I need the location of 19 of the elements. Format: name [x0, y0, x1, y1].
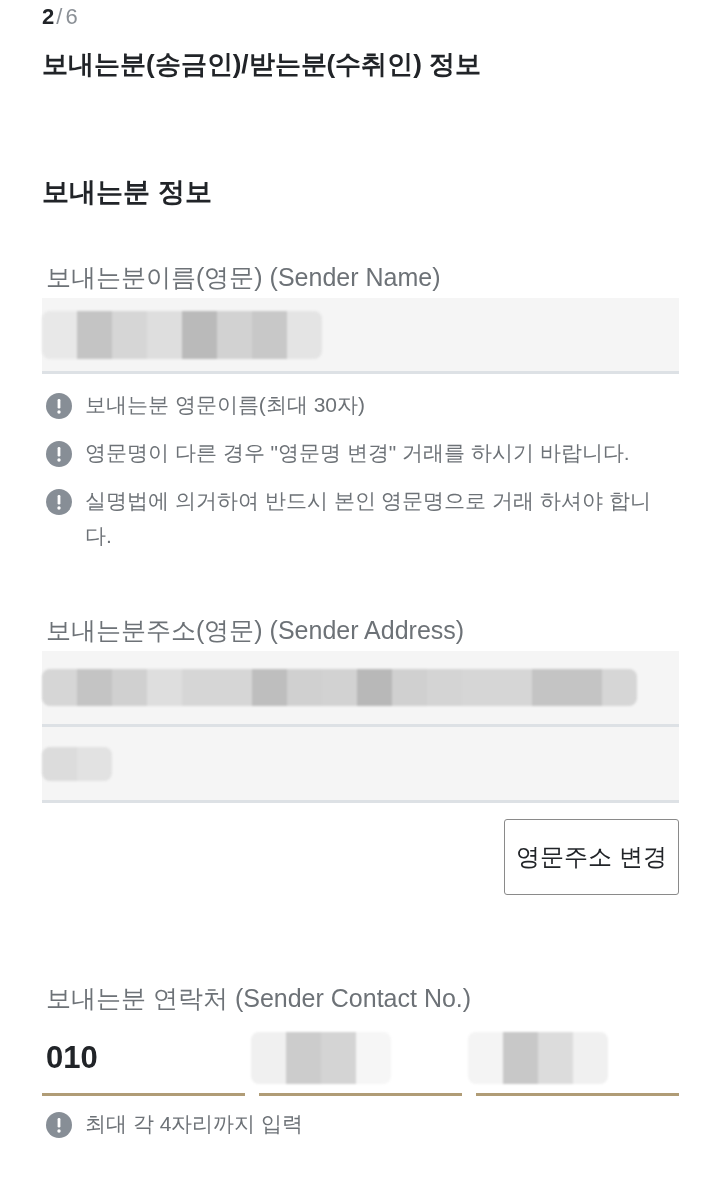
change-address-button[interactable]: 영문주소 변경 [504, 819, 679, 895]
text-input[interactable] [42, 727, 679, 803]
field-label: 보내는분주소(영문) (Sender Address) [45, 615, 465, 645]
text-input[interactable] [42, 298, 679, 374]
section-heading: 보내는분 정보 [42, 176, 212, 209]
phone-input[interactable]: 010 [42, 1023, 245, 1096]
exclamation-icon [46, 489, 72, 515]
note-text: 최대 각 4자리까지 입력 [85, 1111, 304, 1137]
exclamation-icon [46, 393, 72, 419]
field-label: 보내는분 연락처 (Sender Contact No.) [45, 983, 472, 1013]
note-text: 영문명이 다른 경우 "영문명 변경" 거래를 하시기 바랍니다. [85, 440, 630, 466]
field-label: 보내는분이름(영문) (Sender Name) [45, 262, 441, 292]
text-input[interactable] [42, 651, 679, 727]
exclamation-icon [46, 441, 72, 467]
note-text: 실명법에 의거하여 반드시 본인 영문명으로 거래 하셔야 합니다. [85, 488, 652, 549]
page-title: 보내는분(송금인)/받는분(수취인) 정보 [42, 48, 482, 81]
step-counter: 2/6 [42, 3, 78, 31]
note-text: 보내는분 영문이름(최대 30자) [85, 392, 365, 418]
exclamation-icon [46, 1112, 72, 1138]
